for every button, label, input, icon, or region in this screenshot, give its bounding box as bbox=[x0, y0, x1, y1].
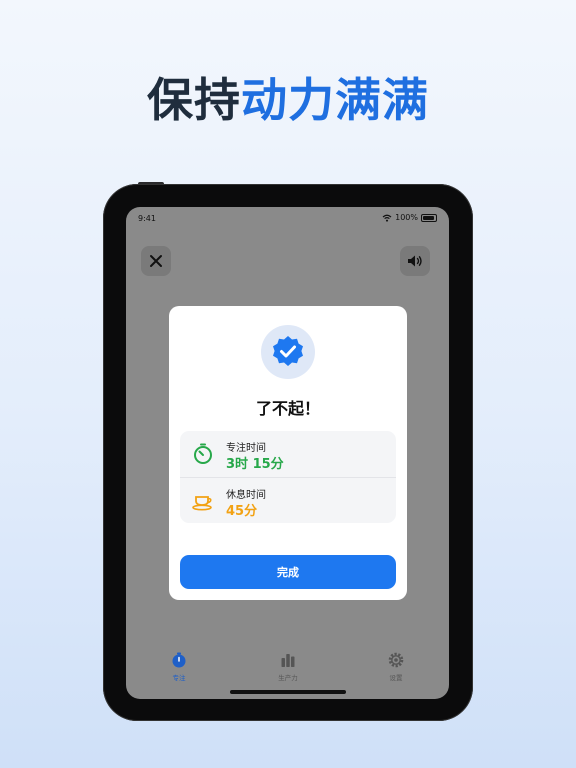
tab-productivity-label: 生产力 bbox=[278, 674, 298, 682]
headline: 保持动力满满 bbox=[0, 72, 576, 128]
status-right: 100% bbox=[382, 213, 437, 222]
verified-badge-icon bbox=[273, 336, 303, 366]
gear-icon bbox=[388, 652, 404, 668]
status-time: 9:41 bbox=[138, 214, 156, 223]
tab-settings-label: 设置 bbox=[389, 674, 403, 682]
headline-part1: 保持 bbox=[147, 73, 241, 127]
app-screen: 9:41 100% 了不起！ 专注时间 3时 15分 休息时间 45分 完成 专… bbox=[126, 207, 449, 699]
done-button[interactable]: 完成 bbox=[180, 555, 396, 589]
completion-dialog: 了不起！ 专注时间 3时 15分 休息时间 45分 完成 bbox=[169, 306, 407, 600]
dialog-title: 了不起！ bbox=[255, 399, 320, 418]
close-button[interactable] bbox=[141, 246, 171, 276]
stopwatch-icon bbox=[172, 652, 186, 668]
coffee-cup-icon bbox=[192, 496, 212, 511]
rest-time-label: 休息时间 bbox=[226, 490, 266, 501]
status-bar: 9:41 100% bbox=[126, 207, 449, 229]
bar-chart-icon bbox=[281, 654, 295, 667]
tab-focus-label: 专注 bbox=[172, 674, 186, 682]
wifi-icon bbox=[382, 214, 392, 222]
tab-settings[interactable]: 设置 bbox=[366, 647, 426, 682]
battery-percent: 100% bbox=[395, 213, 418, 222]
rest-time-row: 休息时间 45分 bbox=[180, 477, 396, 524]
badge-container bbox=[261, 325, 315, 379]
tab-focus[interactable]: 专注 bbox=[149, 647, 209, 682]
stats-card: 专注时间 3时 15分 休息时间 45分 bbox=[180, 431, 396, 523]
speaker-icon bbox=[408, 255, 422, 267]
close-icon bbox=[150, 255, 162, 267]
sound-button[interactable] bbox=[400, 246, 430, 276]
battery-icon bbox=[421, 213, 437, 222]
focus-time-value: 3时 15分 bbox=[226, 457, 284, 472]
tab-productivity[interactable]: 生产力 bbox=[258, 647, 318, 682]
stopwatch-icon bbox=[194, 443, 212, 464]
home-indicator bbox=[230, 690, 346, 694]
rest-time-value: 45分 bbox=[226, 504, 258, 519]
focus-time-row: 专注时间 3时 15分 bbox=[180, 431, 396, 477]
headline-part2: 动力满满 bbox=[241, 73, 429, 127]
tab-bar: 专注 生产力 设置 bbox=[126, 647, 449, 687]
focus-time-label: 专注时间 bbox=[226, 443, 266, 454]
